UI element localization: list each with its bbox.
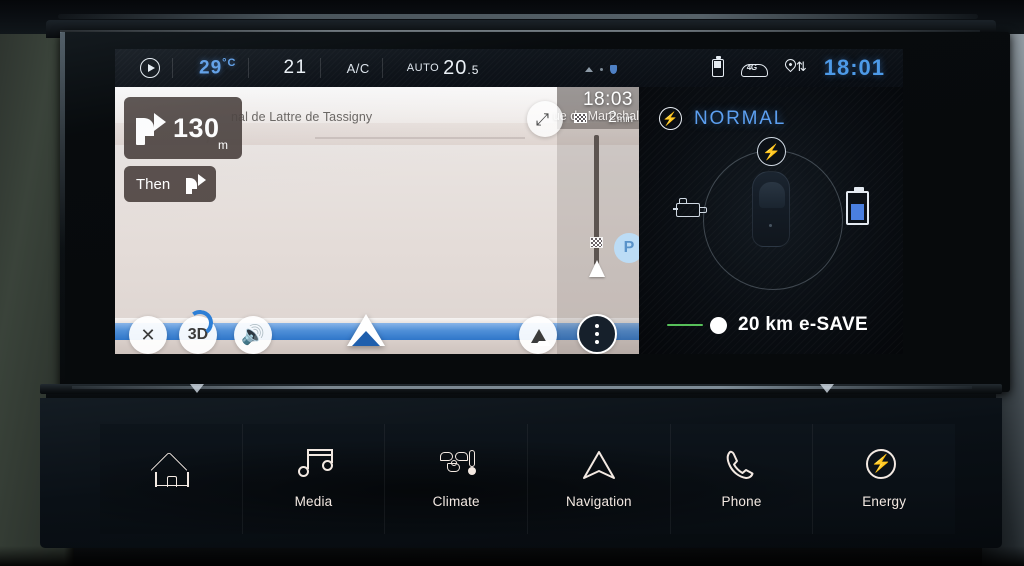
parking-poi-marker[interactable]: P (614, 233, 639, 263)
status-right-cluster: 4G ⇅ 18:01 (711, 49, 885, 87)
eta-remaining-value: 2 (607, 109, 617, 126)
console-bottom-shadow (0, 546, 1024, 566)
vehicle-position-arrow-fill (352, 331, 380, 346)
more-options-icon (594, 323, 600, 345)
dot-icon (600, 68, 603, 71)
fan-thermometer-icon (438, 449, 477, 481)
infotainment-screen: 29°C 21 A/C AUTO 20.5 4G ⇅ 18:01 nal de … (115, 49, 903, 354)
bolt-circle-icon: ⚡ (757, 137, 786, 166)
nav-item-navigation[interactable]: Navigation (528, 424, 671, 534)
drive-mode-label: NORMAL (694, 107, 787, 129)
caret-icon (585, 67, 593, 72)
outside-temperature: 29°C (199, 57, 236, 79)
volume-button[interactable]: 🔊 (234, 316, 272, 354)
esave-label: 20 km e-SAVE (738, 314, 868, 335)
route-heading-arrow-icon (589, 260, 605, 277)
fan-speed-value[interactable]: 21 (283, 57, 307, 79)
more-options-button[interactable] (577, 314, 617, 354)
esave-slider-row[interactable]: 20 km e-SAVE (667, 314, 868, 336)
bolt-circle-icon: ⚡ (659, 107, 682, 130)
nav-item-media[interactable]: Media (243, 424, 386, 534)
combustion-engine-icon (673, 198, 707, 221)
bottom-nav-bar: Media Climate Navigation Phone ⚡ Energy (100, 424, 955, 534)
bolt-circle-icon: ⚡ (866, 449, 902, 481)
car-top-view-icon (752, 171, 790, 247)
console-notch (190, 384, 204, 393)
nav-item-energy[interactable]: ⚡ Energy (813, 424, 955, 534)
phone-handset-icon (724, 449, 760, 481)
outside-temperature-unit: °C (222, 56, 237, 69)
nav-label-climate: Climate (432, 494, 480, 509)
set-temperature-decimal: .5 (467, 62, 480, 77)
expand-fullscreen-button[interactable]: ⤢ (527, 101, 563, 137)
status-bar: 29°C 21 A/C AUTO 20.5 4G ⇅ 18:01 (115, 49, 903, 87)
nav-label-media: Media (294, 494, 333, 509)
console-lip-sheen (72, 386, 972, 389)
clock: 18:01 (823, 55, 885, 80)
battery-charge-icon (846, 187, 869, 225)
expand-fullscreen-icon: ⤢ (535, 109, 550, 129)
play-circle-icon[interactable] (140, 58, 160, 78)
shield-icon (610, 65, 617, 74)
console-notch (820, 384, 834, 393)
lower-console: Media Climate Navigation Phone ⚡ Energy (40, 398, 1002, 548)
eta-remaining-unit: min (616, 114, 633, 125)
turn-right-arrow-icon (185, 174, 206, 194)
status-divider (319, 58, 321, 78)
report-incident-button[interactable]: + (519, 316, 557, 354)
eta-remaining: 2min (608, 109, 633, 127)
set-temperature[interactable]: 20.5 (443, 57, 479, 80)
housing-highlight (60, 32, 65, 392)
navigation-arrow-icon (581, 449, 617, 481)
speaker-volume-icon: 🔊 (241, 324, 265, 346)
next-maneuver-card: 130 m (124, 97, 242, 159)
destination-flag-icon (590, 237, 603, 248)
music-note-icon (296, 449, 333, 481)
navigation-map[interactable]: nal de Lattre de Tassigny 18:03 ue du Ma… (115, 87, 639, 354)
status-divider (172, 58, 173, 78)
esave-slider-track[interactable] (667, 323, 703, 327)
nav-item-phone[interactable]: Phone (671, 424, 814, 534)
nav-label-navigation: Navigation (565, 494, 632, 509)
drive-mode-row[interactable]: ⚡ NORMAL (659, 107, 786, 130)
home-icon (150, 451, 189, 489)
maneuver-distance: 130 (173, 112, 220, 143)
nav-label-phone: Phone (721, 494, 762, 509)
turn-right-arrow-icon (134, 112, 166, 145)
gps-location-icon: ⇅ (782, 56, 807, 78)
nav-label-energy: Energy (862, 494, 907, 509)
nav-item-climate[interactable]: Climate (385, 424, 529, 534)
ac-label[interactable]: A/C (347, 61, 370, 76)
maneuver-distance-unit: m (218, 138, 228, 152)
status-center-indicators (585, 65, 617, 74)
map-side-road (315, 137, 525, 139)
4g-connected-car-icon: 4G (740, 60, 768, 77)
energy-panel[interactable]: ⚡ NORMAL ⚡ 20 km e-SAVE (639, 87, 903, 354)
outside-temperature-value: 29 (199, 57, 223, 79)
set-temperature-value: 20 (443, 56, 468, 79)
status-divider (248, 58, 250, 78)
report-incident-icon: + (528, 327, 551, 346)
auto-label[interactable]: AUTO (407, 62, 439, 74)
close-icon: ✕ (140, 325, 156, 345)
status-divider (381, 58, 383, 78)
hood-sheen (58, 14, 978, 19)
view-3d-button[interactable]: 3D (179, 308, 217, 354)
close-navigation-button[interactable]: ✕ (129, 316, 167, 354)
then-label: Then (136, 175, 171, 193)
checkered-flag-icon (574, 113, 587, 123)
battery-icon (711, 56, 724, 77)
eta-arrival-time: 18:03 (582, 89, 633, 110)
esave-slider-knob[interactable] (710, 316, 727, 334)
nav-item-home[interactable] (100, 424, 243, 534)
then-maneuver-card: Then (124, 166, 216, 202)
map-street-label-primary: nal de Lattre de Tassigny (231, 110, 373, 124)
car-dashboard: 29°C 21 A/C AUTO 20.5 4G ⇅ 18:01 nal de … (0, 0, 1024, 566)
